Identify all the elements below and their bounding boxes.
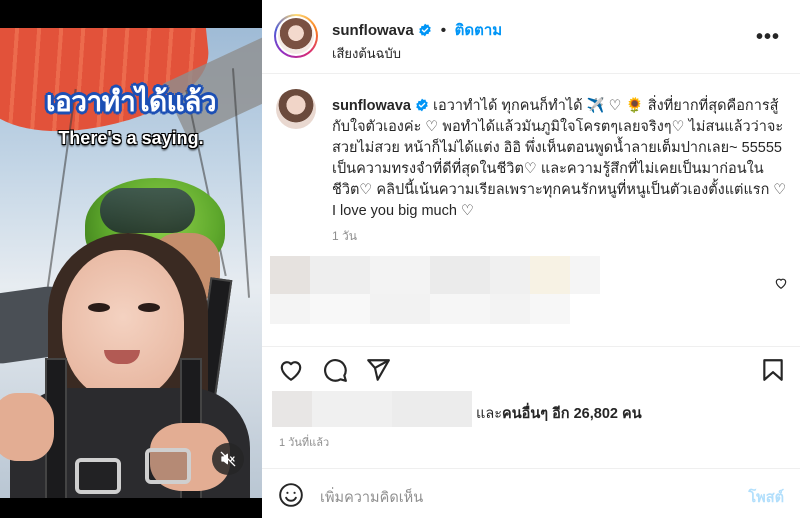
author-line: sunflowava • ติดตาม bbox=[332, 18, 502, 42]
likes-summary[interactable]: และคนอื่นๆ อีก 26,802 คน bbox=[476, 402, 642, 425]
post-comment-button[interactable]: โพสต์ bbox=[748, 486, 784, 509]
person-eye bbox=[138, 303, 160, 312]
header-separator: • bbox=[440, 22, 447, 39]
likes-others-label: คนอื่นๆ อีก bbox=[502, 406, 570, 422]
original-audio-link[interactable]: เสียงต้นฉบับ bbox=[332, 43, 401, 64]
action-bar bbox=[262, 346, 800, 394]
comment-icon[interactable] bbox=[322, 357, 348, 383]
harness-buckle bbox=[145, 448, 191, 484]
comment-like-heart-icon[interactable] bbox=[774, 276, 788, 290]
more-options-button[interactable]: ••• bbox=[756, 26, 780, 49]
caption-timestamp: 1 วัน bbox=[332, 229, 357, 243]
comment-bar: เพิ่มความคิดเห็น โพสต์ bbox=[262, 468, 800, 518]
avatar-image bbox=[278, 18, 314, 54]
emoji-icon[interactable] bbox=[278, 482, 304, 508]
harness-buckle bbox=[75, 458, 121, 494]
caption-body: เอวาทำได้ ทุกคนก็ทำได้ ✈️ ♡ 🌻 สิ่งที่ยาก… bbox=[332, 98, 787, 219]
speaker-muted-icon bbox=[220, 451, 236, 467]
comment-input[interactable]: เพิ่มความคิดเห็น bbox=[320, 486, 423, 509]
bookmark-icon[interactable] bbox=[760, 357, 786, 383]
heart-icon[interactable] bbox=[278, 357, 304, 383]
video-caption-english: There's a saying. bbox=[58, 128, 204, 148]
post-timestamp[interactable]: 1 วันที่แล้ว bbox=[279, 433, 329, 451]
likes-suffix: คน bbox=[622, 406, 642, 422]
follow-button[interactable]: ติดตาม bbox=[455, 22, 503, 39]
more-options-icon: ••• bbox=[755, 26, 780, 48]
likes-prefix: และ bbox=[476, 406, 503, 422]
post-header: sunflowava • ติดตาม เสียงต้นฉบับ ••• bbox=[262, 0, 800, 74]
caption-username[interactable]: sunflowava bbox=[332, 98, 411, 114]
blurred-comment bbox=[270, 294, 570, 324]
author-avatar[interactable] bbox=[274, 14, 318, 58]
video-panel[interactable]: เอวาทำได้แล้ว There's a saying. bbox=[0, 0, 262, 518]
likes-count: 26,802 bbox=[573, 406, 618, 422]
blurred-comment bbox=[270, 256, 600, 294]
instructor-goggles bbox=[100, 188, 195, 233]
person-face bbox=[62, 250, 184, 400]
post-panel: sunflowava • ติดตาม เสียงต้นฉบับ ••• sun… bbox=[262, 0, 800, 518]
author-username[interactable]: sunflowava bbox=[332, 22, 414, 39]
caption-avatar[interactable] bbox=[276, 89, 316, 129]
person-eye bbox=[88, 303, 110, 312]
verified-badge-icon bbox=[419, 23, 431, 37]
verified-badge-icon bbox=[416, 98, 428, 112]
mute-button[interactable] bbox=[212, 443, 244, 475]
video-caption-thai: เอวาทำได้แล้ว bbox=[45, 86, 217, 117]
caption-text: sunflowava เอวาทำได้ ทุกคนก็ทำได้ ✈️ ♡ 🌻… bbox=[332, 96, 792, 222]
person-hand bbox=[0, 393, 54, 461]
send-icon[interactable] bbox=[365, 357, 391, 383]
